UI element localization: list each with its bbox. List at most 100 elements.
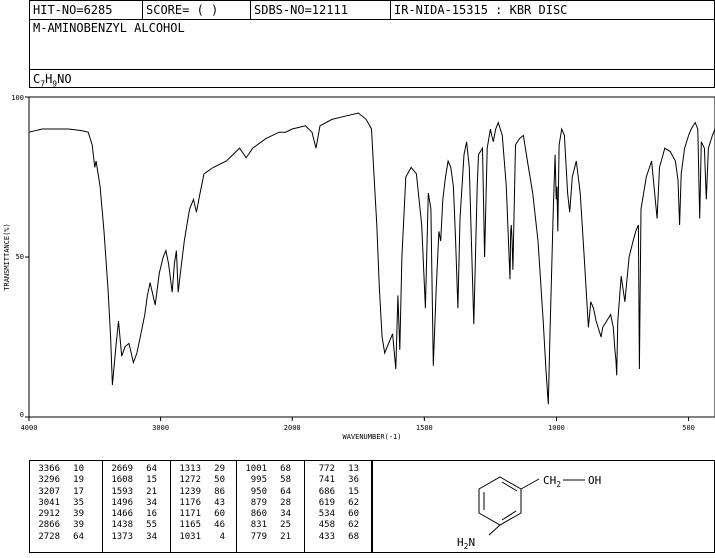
- peak-transmittance: 10: [60, 464, 84, 475]
- peak-table: 3366103296193207173041352912392866392728…: [29, 460, 372, 553]
- peak-wavenumber: 1373: [103, 532, 133, 543]
- peak-wavenumber: 772: [305, 464, 335, 475]
- peak-wavenumber: 995: [237, 475, 267, 486]
- spectrum-line: [29, 113, 715, 404]
- data-points: [29, 113, 715, 405]
- peak-transmittance: 39: [60, 509, 84, 520]
- peak-transmittance: 4: [201, 532, 225, 543]
- x-tick-label-500: 500: [682, 424, 695, 432]
- oh-label: OH: [588, 474, 601, 487]
- peak-wavenumber: 1171: [171, 509, 201, 520]
- peak-transmittance: 34: [267, 509, 291, 520]
- benzene-ring: [479, 477, 585, 535]
- peak-row: 137334: [103, 532, 170, 543]
- peak-wavenumber: 950: [237, 487, 267, 498]
- peak-transmittance: 29: [201, 464, 225, 475]
- x-tick-label-1000: 1000: [548, 424, 565, 432]
- peak-transmittance: 68: [335, 532, 359, 543]
- peak-wavenumber: 534: [305, 509, 335, 520]
- peak-row: 86034: [237, 509, 304, 520]
- peak-transmittance: 62: [335, 498, 359, 509]
- peak-transmittance: 35: [60, 498, 84, 509]
- peak-row: 116546: [171, 520, 236, 531]
- peak-wavenumber: 741: [305, 475, 335, 486]
- ch2-label: CH2: [543, 474, 561, 489]
- peak-transmittance: 13: [335, 464, 359, 475]
- peak-wavenumber: 879: [237, 498, 267, 509]
- y-tick-label-0: 0: [20, 411, 24, 419]
- peak-wavenumber: 1438: [103, 520, 133, 531]
- peak-wavenumber: 1031: [171, 532, 201, 543]
- peak-row: 117160: [171, 509, 236, 520]
- peak-row: 159321: [103, 487, 170, 498]
- peak-column-2: 2669641608151593211496341466161438551373…: [102, 461, 170, 552]
- peak-column-5: 77213741366861561962534604586243368: [304, 461, 373, 552]
- peak-wavenumber: 1466: [103, 509, 133, 520]
- peak-transmittance: 28: [267, 498, 291, 509]
- molecular-structure: CH2 OH H2N: [373, 461, 715, 554]
- peak-row: 266964: [103, 464, 170, 475]
- peak-wavenumber: 1313: [171, 464, 201, 475]
- x-axis-label: WAVENUMBER(-1): [342, 433, 401, 441]
- peak-row: 100168: [237, 464, 304, 475]
- peak-row: 87928: [237, 498, 304, 509]
- peak-transmittance: 86: [201, 487, 225, 498]
- peak-row: 272864: [30, 532, 102, 543]
- peak-row: 77213: [305, 464, 373, 475]
- peak-row: 74136: [305, 475, 373, 486]
- peak-transmittance: 60: [335, 509, 359, 520]
- peak-wavenumber: 2669: [103, 464, 133, 475]
- peak-row: 123986: [171, 487, 236, 498]
- y-tick-label-100: 100: [11, 94, 24, 102]
- peak-wavenumber: 3207: [30, 487, 60, 498]
- peak-wavenumber: 1001: [237, 464, 267, 475]
- y-axis-ticks: 050100: [11, 94, 29, 419]
- peak-row: 43368: [305, 532, 373, 543]
- peak-wavenumber: 1239: [171, 487, 201, 498]
- peak-wavenumber: 1176: [171, 498, 201, 509]
- peak-transmittance: 17: [60, 487, 84, 498]
- peak-row: 45862: [305, 520, 373, 531]
- peak-transmittance: 39: [60, 520, 84, 531]
- peak-transmittance: 68: [267, 464, 291, 475]
- peak-transmittance: 64: [60, 532, 84, 543]
- peak-row: 291239: [30, 509, 102, 520]
- peak-wavenumber: 458: [305, 520, 335, 531]
- peak-row: 143855: [103, 520, 170, 531]
- peak-row: 304135: [30, 498, 102, 509]
- peak-row: 83125: [237, 520, 304, 531]
- nh2-bond: [489, 525, 500, 535]
- peak-wavenumber: 1593: [103, 487, 133, 498]
- peak-transmittance: 15: [335, 487, 359, 498]
- peak-transmittance: 55: [133, 520, 157, 531]
- peak-column-1: 3366103296193207173041352912392866392728…: [30, 461, 102, 552]
- peak-row: 53460: [305, 509, 373, 520]
- peak-row: 146616: [103, 509, 170, 520]
- peak-wavenumber: 779: [237, 532, 267, 543]
- peak-wavenumber: 2912: [30, 509, 60, 520]
- peak-transmittance: 43: [201, 498, 225, 509]
- x-tick-label-2000: 2000: [284, 424, 301, 432]
- peak-wavenumber: 860: [237, 509, 267, 520]
- y-axis-label: TRANSMITTANCE(%): [3, 223, 11, 290]
- structure-panel: CH2 OH H2N: [372, 460, 715, 553]
- peak-transmittance: 58: [267, 475, 291, 486]
- peak-column-4: 100168995589506487928860348312577921: [236, 461, 304, 552]
- peak-transmittance: 25: [267, 520, 291, 531]
- peak-wavenumber: 831: [237, 520, 267, 531]
- peak-wavenumber: 2866: [30, 520, 60, 531]
- peak-column-3: 1313291272501239861176431171601165461031…: [170, 461, 236, 552]
- peak-transmittance: 34: [133, 498, 157, 509]
- peak-transmittance: 64: [267, 487, 291, 498]
- peak-row: 10314: [171, 532, 236, 543]
- peak-wavenumber: 2728: [30, 532, 60, 543]
- peak-transmittance: 16: [133, 509, 157, 520]
- peak-transmittance: 46: [201, 520, 225, 531]
- peak-transmittance: 21: [133, 487, 157, 498]
- x-tick-label-3000: 3000: [152, 424, 169, 432]
- peak-row: 160815: [103, 475, 170, 486]
- peak-row: 131329: [171, 464, 236, 475]
- peak-row: 127250: [171, 475, 236, 486]
- peak-wavenumber: 686: [305, 487, 335, 498]
- peak-wavenumber: 1165: [171, 520, 201, 531]
